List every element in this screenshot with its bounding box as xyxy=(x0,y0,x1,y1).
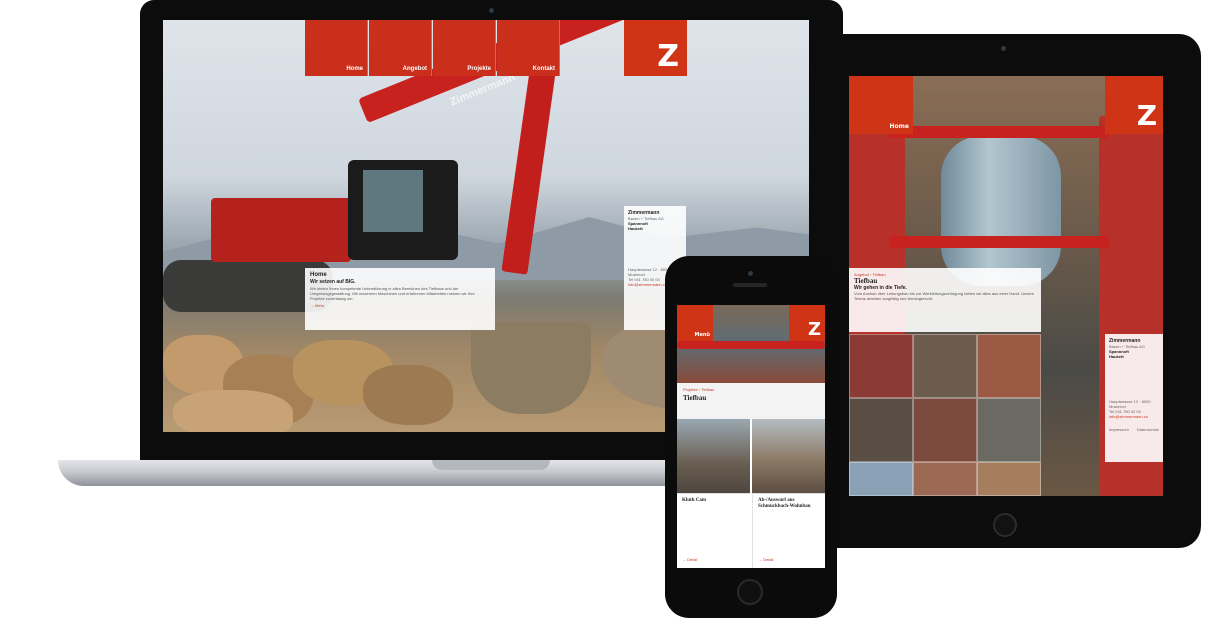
red-strut xyxy=(889,236,1109,248)
intro-body: Wir bieten Ihnen kompetente Unterstützun… xyxy=(310,286,475,301)
excavator-cab-window xyxy=(363,170,423,232)
red-strut xyxy=(889,126,1109,138)
gallery-photo[interactable] xyxy=(977,398,1041,462)
intro-heading: Home xyxy=(310,272,327,278)
nav-item-kontakt[interactable]: Kontakt xyxy=(497,20,560,76)
device-mockup-stage: Zimmermann Home Angebot Projekte Kontakt… xyxy=(0,0,1206,636)
tablet-body: Vom Aushub über Leitungsbau bis zur Werk… xyxy=(854,291,1035,301)
phone-speaker xyxy=(733,283,767,287)
project-card-link[interactable]: → Detail xyxy=(682,557,697,562)
phone-breadcrumb: Projekte › Tiefbau xyxy=(683,387,715,392)
tablet-footer-links: Impressum Datenschutz xyxy=(1109,427,1159,432)
phone-page-title: Tiefbau xyxy=(683,394,707,402)
gallery-photo[interactable] xyxy=(913,462,977,496)
tablet-screen: Home Z Angebot › Tiefbau Tiefbau Wir geh… xyxy=(849,76,1163,496)
laptop-notch xyxy=(432,460,550,470)
phone-home-button[interactable] xyxy=(737,579,763,605)
nav-item-projekte[interactable]: Projekte xyxy=(433,20,496,76)
intro-lead: Wir setzen auf BIG. xyxy=(310,279,356,285)
excavator-body xyxy=(211,198,351,262)
pipe-segment xyxy=(941,136,1061,286)
project-card-title: Kluth Cam xyxy=(682,498,707,503)
phone-logo-z[interactable]: Z xyxy=(789,305,825,341)
intro-more-link[interactable]: → Mehr xyxy=(310,303,490,308)
gallery-photo[interactable] xyxy=(913,398,977,462)
tablet-contact-panel: Zimmermann Bauen + Tiefbau AG Spannnoft … xyxy=(1105,334,1163,462)
contact-address: Hauptstrasse 12 · 8000 Musterort xyxy=(1109,399,1151,409)
tablet-home-button[interactable] xyxy=(993,513,1017,537)
footer-link-datenschutz[interactable]: Datenschutz xyxy=(1137,427,1159,432)
phone-menu-button[interactable]: Menü xyxy=(677,305,713,341)
rock xyxy=(173,390,293,432)
breadcrumb-item[interactable]: Tiefbau xyxy=(701,387,714,392)
tablet-logo-z[interactable]: Z xyxy=(1105,76,1163,134)
rock xyxy=(363,365,453,425)
laptop-camera xyxy=(489,8,494,13)
gallery-photo[interactable] xyxy=(849,462,913,496)
excavator-bucket xyxy=(471,322,591,414)
nav-item-angebot[interactable]: Angebot xyxy=(369,20,432,76)
contact-line3: Haukett xyxy=(1109,354,1124,359)
tablet-content-panel: Angebot › Tiefbau Tiefbau Wir gehen in d… xyxy=(849,268,1041,332)
project-photo[interactable] xyxy=(752,419,825,493)
gallery-photo[interactable] xyxy=(849,334,913,398)
phone-camera xyxy=(748,271,753,276)
phone-screen: Menü Z Projekte › Tiefbau Tiefbau Kluth … xyxy=(677,305,825,568)
tablet-page-title: Tiefbau xyxy=(854,277,878,285)
gallery-photo[interactable] xyxy=(977,462,1041,496)
gallery-photo[interactable] xyxy=(849,398,913,462)
footer-link-impressum[interactable]: Impressum xyxy=(1109,427,1129,432)
project-card[interactable]: Ab-/Auswurf aus Schmuckbach-Wohnbau → De… xyxy=(752,493,825,568)
tablet-camera xyxy=(1001,46,1006,51)
red-strut xyxy=(677,341,825,349)
project-card-link[interactable]: → Detail xyxy=(758,557,773,562)
project-card-title: Ab-/Auswurf aus Schmuckbach-Wohnbau xyxy=(758,498,811,509)
intro-panel: Home Wir setzen auf BIG. Wir bieten Ihne… xyxy=(305,268,495,330)
project-card[interactable]: Kluth Cam → Detail xyxy=(677,493,750,568)
tablet-nav-home[interactable]: Home xyxy=(849,76,913,134)
contact-line3: Haukett xyxy=(628,226,643,231)
contact-email-link[interactable]: info@zimmermann.ch xyxy=(1109,414,1159,419)
nav-item-home[interactable]: Home xyxy=(305,20,368,76)
gallery-photo[interactable] xyxy=(913,334,977,398)
project-photo[interactable] xyxy=(677,419,750,493)
logo-z[interactable]: Z xyxy=(624,20,687,76)
gallery-photo[interactable] xyxy=(977,334,1041,398)
phone-title-area: Projekte › Tiefbau Tiefbau xyxy=(677,383,825,419)
breadcrumb-item[interactable]: Projekte xyxy=(683,387,698,392)
